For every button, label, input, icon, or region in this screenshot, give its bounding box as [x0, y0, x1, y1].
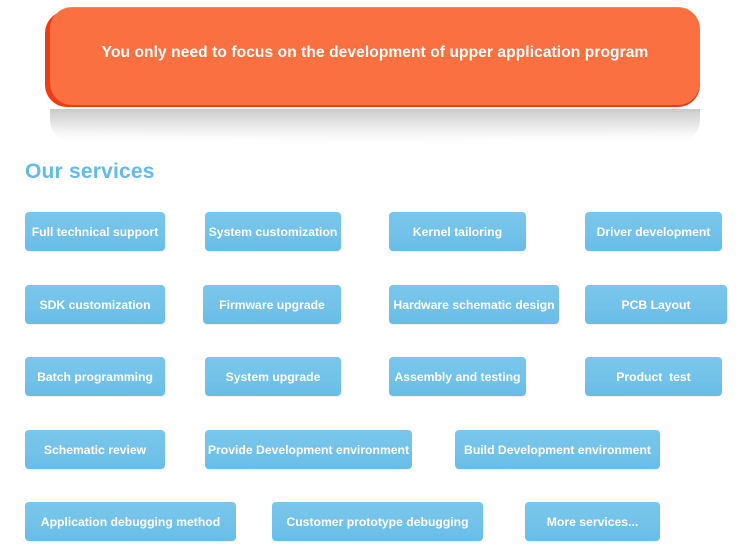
service-box[interactable]: Driver development — [585, 212, 722, 251]
service-box[interactable]: Hardware schematic design — [389, 285, 559, 324]
service-box[interactable]: Schematic review — [25, 430, 165, 469]
service-box[interactable]: Customer prototype debugging — [272, 502, 483, 541]
service-box[interactable]: Assembly and testing — [389, 357, 526, 396]
service-box[interactable]: System customization — [205, 212, 341, 251]
service-box[interactable]: System upgrade — [205, 357, 341, 396]
service-box[interactable]: Batch programming — [25, 357, 165, 396]
service-box[interactable]: SDK customization — [25, 285, 165, 324]
service-box[interactable]: Provide Development environment — [205, 430, 412, 469]
service-box[interactable]: Kernel tailoring — [389, 212, 526, 251]
service-box[interactable]: Product test — [585, 357, 722, 396]
service-box[interactable]: PCB Layout — [585, 285, 727, 324]
services-grid: Full technical support System customizati… — [0, 0, 750, 552]
service-box[interactable]: Firmware upgrade — [203, 285, 341, 324]
service-box[interactable]: More services... — [525, 502, 660, 541]
service-box[interactable]: Build Development environment — [455, 430, 660, 469]
service-box[interactable]: Application debugging method — [25, 502, 236, 541]
service-box[interactable]: Full technical support — [25, 212, 165, 251]
